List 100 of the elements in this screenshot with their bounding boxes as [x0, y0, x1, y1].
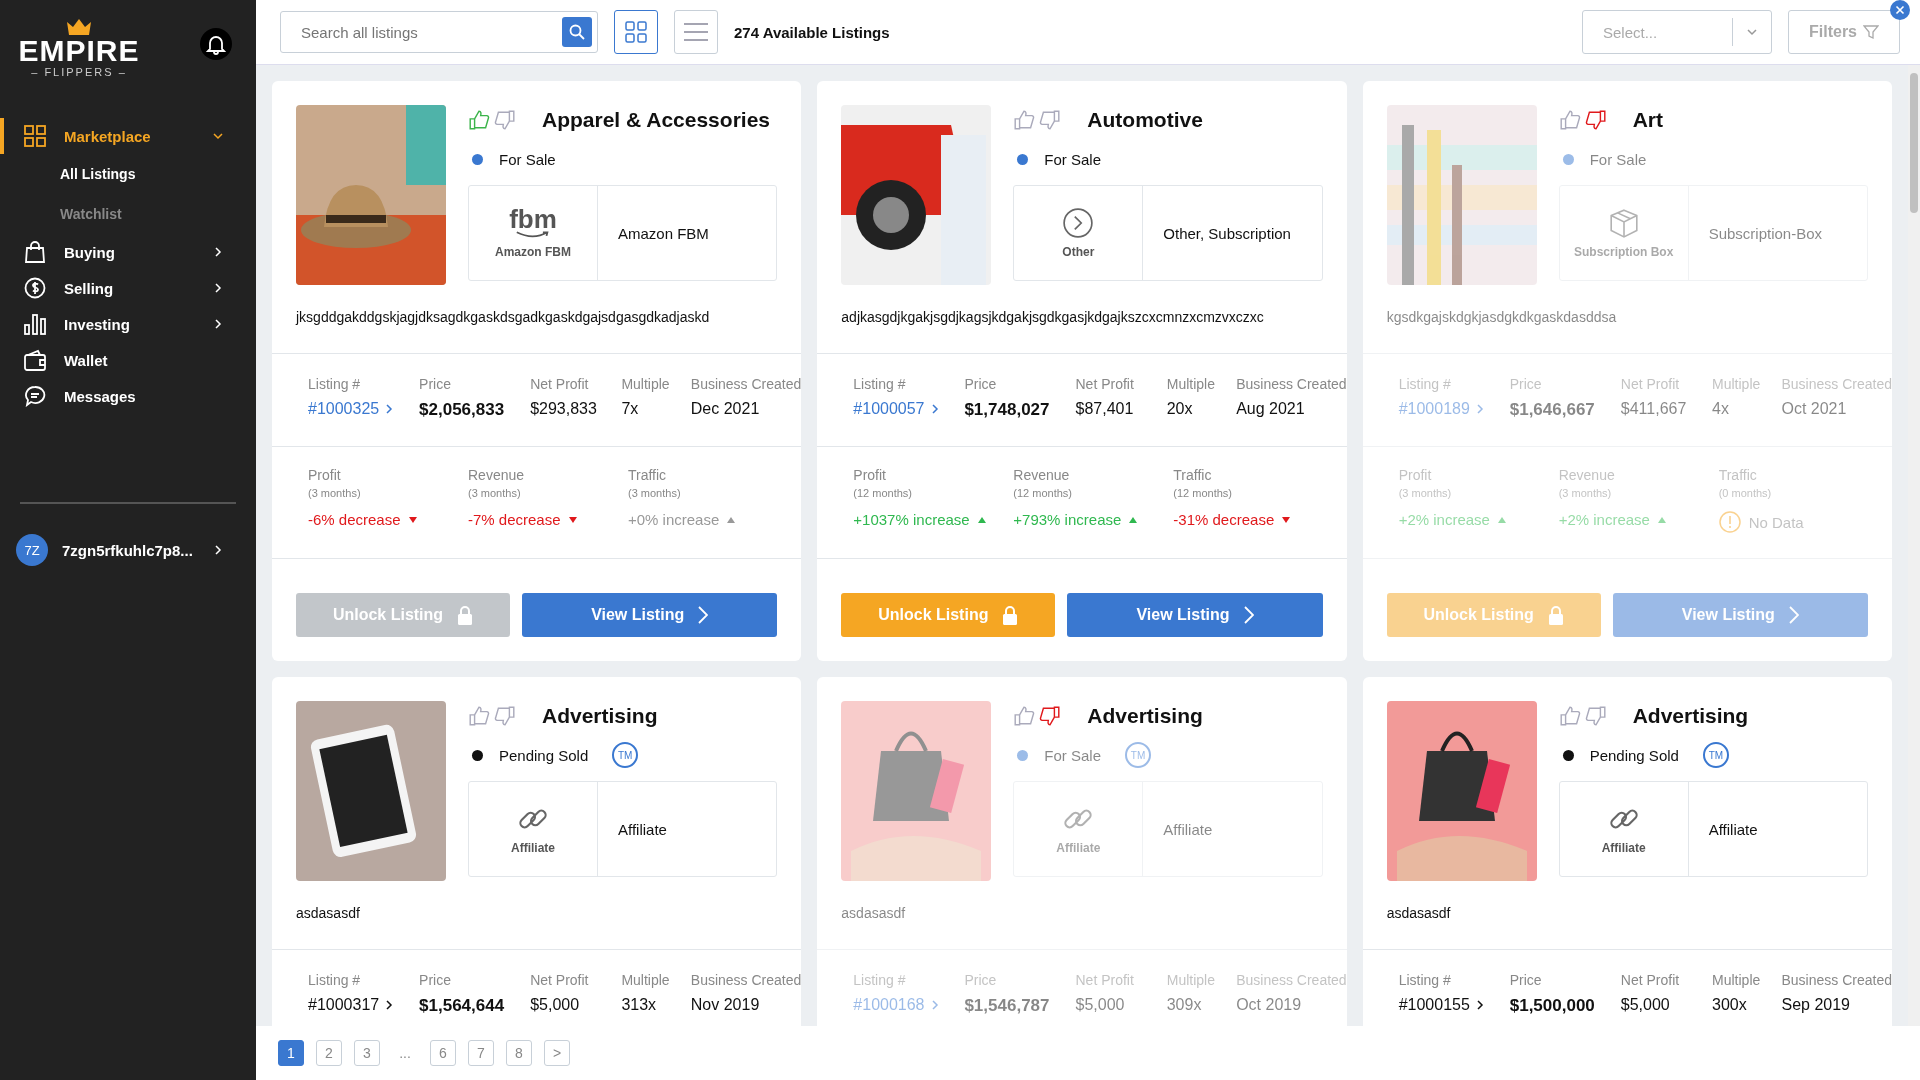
thumbs-up-icon[interactable] — [1558, 109, 1581, 131]
type-label: Other — [1062, 245, 1095, 259]
page-button[interactable]: 3 — [354, 1040, 380, 1066]
stat-value: $5,000 — [1620, 996, 1671, 1014]
monetization-text: Affiliate — [1163, 820, 1213, 838]
stat-value: 4x — [1712, 400, 1730, 418]
thumbs-down-icon[interactable] — [1584, 109, 1607, 131]
stat-label: Business Created — [690, 972, 802, 988]
thumbs-down-icon[interactable] — [1039, 109, 1062, 131]
price-value: $1,564,644 — [419, 996, 506, 1016]
listing-number-link[interactable]: #1000155 — [1398, 996, 1510, 1014]
page-button[interactable]: 1 — [278, 1040, 304, 1066]
monetization-text: Amazon FBM — [618, 224, 709, 242]
stat-label: Net Profit — [1620, 972, 1681, 988]
trend-label: Revenue — [1013, 467, 1071, 483]
trend-period: (12 months) — [853, 487, 914, 499]
wallet-icon — [24, 349, 46, 371]
listing-description: asdasasdf — [296, 905, 360, 921]
status-label: For Sale — [1044, 150, 1102, 168]
lock-icon — [1547, 605, 1564, 625]
select-dropdown[interactable]: Select... — [1582, 10, 1772, 54]
bar-chart-icon — [24, 313, 46, 335]
thumbs-up-icon[interactable] — [1558, 705, 1581, 727]
list-view-icon[interactable] — [674, 10, 718, 54]
box-icon — [1607, 207, 1640, 239]
thumbs-up-icon[interactable] — [468, 109, 490, 131]
listing-number-link[interactable]: #1000317 — [308, 996, 420, 1014]
status-label: For Sale — [499, 150, 556, 168]
nav-item[interactable]: Investing — [0, 306, 256, 342]
category-title: Art — [1632, 108, 1663, 132]
view-listing-button[interactable]: View Listing — [522, 593, 778, 637]
scrollbar[interactable] — [1908, 65, 1920, 1026]
page-button[interactable]: 7 — [468, 1040, 494, 1066]
user-menu[interactable]: 7Z 7zgn5rfkuhlc7p8... — [0, 532, 256, 568]
grid-view-icon[interactable] — [614, 10, 658, 54]
stat-value: Oct 2021 — [1781, 400, 1848, 418]
stat-label: Multiple — [621, 376, 671, 392]
page-button[interactable]: > — [544, 1040, 570, 1066]
stat-label: Business Created — [1781, 972, 1892, 988]
trend-label: Revenue — [1558, 467, 1616, 483]
stat-label: Net Profit — [530, 376, 590, 392]
page-button[interactable]: 2 — [316, 1040, 342, 1066]
status-label: Pending Sold — [499, 746, 589, 764]
stat-label: Net Profit — [1075, 972, 1135, 988]
thumbs-down-icon[interactable] — [494, 705, 516, 727]
category-title: Advertising — [1087, 704, 1203, 728]
thumbs-down-icon[interactable] — [1584, 705, 1607, 727]
nav-subitem[interactable]: Watchlist — [0, 194, 256, 234]
stat-label: Net Profit — [1620, 376, 1681, 392]
trend-period: (3 months) — [628, 487, 682, 499]
search-field[interactable]: Search all listings — [280, 11, 598, 53]
page-button[interactable]: 8 — [506, 1040, 532, 1066]
thumbs-up-icon[interactable] — [468, 705, 490, 727]
trend-label: Traffic — [628, 467, 668, 483]
thumbs-up-icon[interactable] — [1013, 705, 1036, 727]
monetization-text: Affiliate — [618, 820, 667, 838]
monetization-text: Other, Subscription — [1163, 224, 1291, 242]
nav-item[interactable]: Selling — [0, 270, 256, 306]
filters-button[interactable]: Filters — [1788, 10, 1900, 54]
view-listing-button[interactable]: View Listing — [1067, 593, 1323, 637]
stat-value: 313x — [621, 996, 658, 1014]
notification-bell-icon[interactable] — [200, 28, 232, 60]
stat-value: Oct 2019 — [1236, 996, 1303, 1014]
price-value: $1,646,667 — [1509, 400, 1596, 420]
nav-item[interactable]: Messages — [0, 378, 256, 414]
trend-period: (3 months) — [1398, 487, 1453, 499]
thumbs-down-icon[interactable] — [1039, 705, 1062, 727]
nav-item[interactable]: Wallet — [0, 342, 256, 378]
close-icon[interactable] — [1890, 0, 1910, 20]
trend-value: +0% increase — [628, 511, 720, 528]
nav-item[interactable]: Buying — [0, 234, 256, 270]
trend-value: +1037% increase — [853, 511, 970, 528]
listing-number-link[interactable]: #1000057 — [853, 400, 965, 418]
nav-subitem[interactable]: All Listings — [0, 154, 256, 194]
stat-value: Sep 2019 — [1781, 996, 1851, 1014]
trend-period: (12 months) — [1013, 487, 1074, 499]
stat-value: $5,000 — [1075, 996, 1126, 1014]
page-button[interactable]: 6 — [430, 1040, 456, 1066]
trend-label: Traffic — [1718, 467, 1758, 483]
chevron-icon — [1243, 606, 1254, 624]
listing-number-link[interactable]: #1000325 — [308, 400, 420, 418]
thumbs-up-icon[interactable] — [1013, 109, 1036, 131]
stat-value: 309x — [1166, 996, 1203, 1014]
scrollbar-thumb[interactable] — [1910, 73, 1918, 213]
logo[interactable]: EMPIRE – FLIPPERS – — [20, 18, 138, 78]
stat-label: Listing # — [308, 972, 362, 988]
search-icon[interactable] — [562, 17, 592, 47]
stat-label: Business Created — [1236, 972, 1347, 988]
lock-icon — [1002, 605, 1019, 625]
stat-value: Aug 2021 — [1236, 400, 1306, 418]
stat-label: Business Created — [690, 376, 802, 392]
status-label: For Sale — [1589, 150, 1647, 168]
stat-label: Listing # — [1398, 972, 1452, 988]
trend-label: Traffic — [1173, 467, 1213, 483]
stat-value: Nov 2019 — [690, 996, 761, 1014]
filter-icon — [1863, 24, 1879, 40]
category-title: Automotive — [1087, 108, 1203, 132]
thumbs-down-icon[interactable] — [494, 109, 516, 131]
stat-label: Multiple — [1712, 376, 1762, 392]
down-triangle-icon — [568, 515, 577, 524]
